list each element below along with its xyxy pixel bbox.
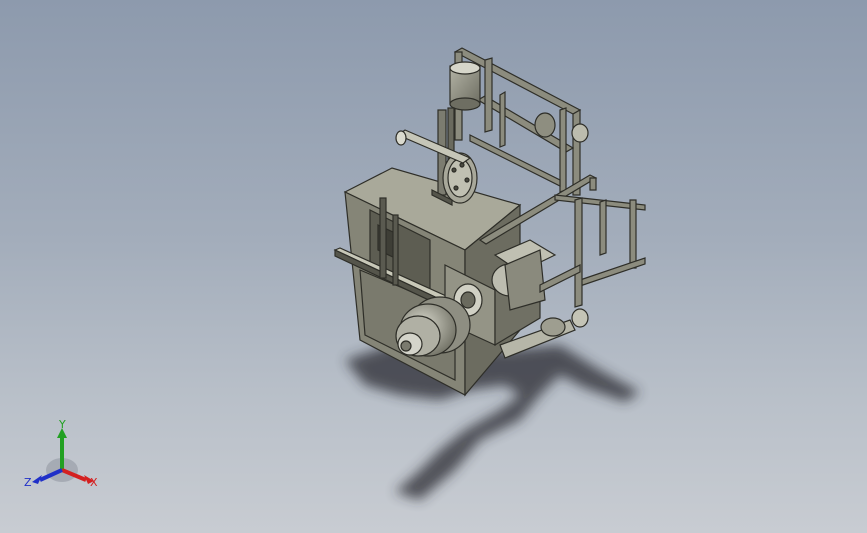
3d-viewport[interactable]: Y X Z <box>0 0 867 533</box>
top-motor <box>449 61 589 143</box>
orientation-triad: Y X Z <box>24 420 98 489</box>
x-axis-label: X <box>90 476 98 489</box>
z-axis-label: Z <box>24 476 32 489</box>
y-axis-label: Y <box>58 420 66 431</box>
machine-model[interactable] <box>0 0 867 533</box>
